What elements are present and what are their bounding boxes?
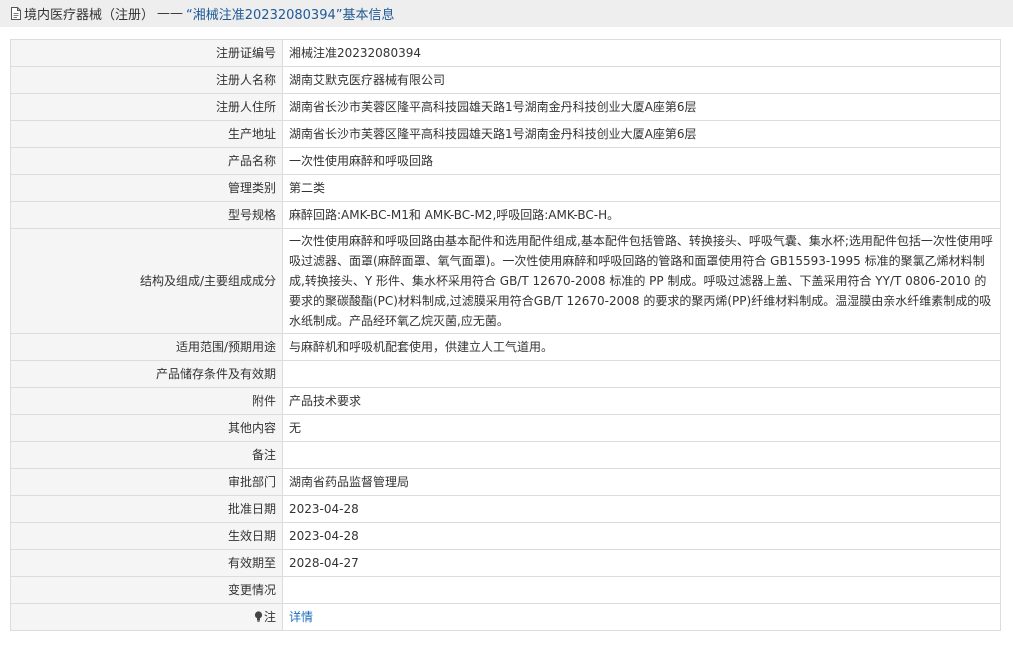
row-value: 湘械注准20232080394 (282, 39, 1001, 67)
row-label: 注册人住所 (10, 93, 283, 121)
row-label: 审批部门 (10, 468, 283, 496)
table-row: 注册证编号 湘械注准20232080394 (10, 39, 1001, 67)
row-label: 注册人名称 (10, 66, 283, 94)
row-value (282, 441, 1001, 469)
row-value: 无 (282, 414, 1001, 442)
row-value (282, 360, 1001, 388)
row-value: 产品技术要求 (282, 387, 1001, 415)
table-row: 型号规格 麻醉回路:AMK-BC-M1和 AMK-BC-M2,呼吸回路:AMK-… (10, 201, 1001, 229)
table-row: 变更情况 (10, 576, 1001, 604)
details-link[interactable]: 详情 (289, 610, 313, 624)
table-row: 注册人名称 湖南艾默克医疗器械有限公司 (10, 66, 1001, 94)
row-value: 湖南艾默克医疗器械有限公司 (282, 66, 1001, 94)
note-label-cell: 注 (10, 603, 283, 631)
row-label: 产品储存条件及有效期 (10, 360, 283, 388)
row-label: 生产地址 (10, 120, 283, 148)
row-label: 变更情况 (10, 576, 283, 604)
note-value-cell: 详情 (282, 603, 1001, 631)
row-label: 注册证编号 (10, 39, 283, 67)
header-separator: —— (157, 6, 184, 21)
table-row: 注册人住所 湖南省长沙市芙蓉区隆平高科技园雄天路1号湖南金丹科技创业大厦A座第6… (10, 93, 1001, 121)
table-row: 结构及组成/主要组成成分 一次性使用麻醉和呼吸回路由基本配件和选用配件组成,基本… (10, 228, 1001, 334)
row-value: 第二类 (282, 174, 1001, 202)
row-label: 生效日期 (10, 522, 283, 550)
row-value: 麻醉回路:AMK-BC-M1和 AMK-BC-M2,呼吸回路:AMK-BC-H。 (282, 201, 1001, 229)
registration-info-table: 注册证编号 湘械注准20232080394 注册人名称 湖南艾默克医疗器械有限公… (10, 39, 1001, 631)
table-row: 生产地址 湖南省长沙市芙蓉区隆平高科技园雄天路1号湖南金丹科技创业大厦A座第6层 (10, 120, 1001, 148)
note-label: 注 (263, 609, 276, 624)
row-label: 其他内容 (10, 414, 283, 442)
row-label: 型号规格 (10, 201, 283, 229)
table-row: 适用范围/预期用途 与麻醉机和呼吸机配套使用，供建立人工气道用。 (10, 333, 1001, 361)
table-row: 管理类别 第二类 (10, 174, 1001, 202)
row-label: 批准日期 (10, 495, 283, 523)
row-value: 与麻醉机和呼吸机配套使用，供建立人工气道用。 (282, 333, 1001, 361)
row-label: 管理类别 (10, 174, 283, 202)
row-value: 2023-04-28 (282, 495, 1001, 523)
table-row: 产品名称 一次性使用麻醉和呼吸回路 (10, 147, 1001, 175)
note-row: 注 详情 (10, 603, 1001, 631)
row-value: 2028-04-27 (282, 549, 1001, 577)
row-value: 湖南省长沙市芙蓉区隆平高科技园雄天路1号湖南金丹科技创业大厦A座第6层 (282, 120, 1001, 148)
header-record-title: “湘械注准20232080394” (186, 8, 343, 23)
row-value: 一次性使用麻醉和呼吸回路由基本配件和选用配件组成,基本配件包括管路、转换接头、呼… (282, 228, 1001, 334)
table-row: 备注 (10, 441, 1001, 469)
document-icon (10, 7, 22, 20)
page-title-bar: 境内医疗器械（注册） —— “湘械注准20232080394” 基本信息 (0, 0, 1013, 27)
table-row: 有效期至 2028-04-27 (10, 549, 1001, 577)
table-row: 批准日期 2023-04-28 (10, 495, 1001, 523)
row-value: 2023-04-28 (282, 522, 1001, 550)
header-suffix: 基本信息 (342, 8, 395, 23)
table-row: 其他内容 无 (10, 414, 1001, 442)
row-value: 湖南省药品监督管理局 (282, 468, 1001, 496)
row-value: 湖南省长沙市芙蓉区隆平高科技园雄天路1号湖南金丹科技创业大厦A座第6层 (282, 93, 1001, 121)
row-value (282, 576, 1001, 604)
table-row: 附件 产品技术要求 (10, 387, 1001, 415)
row-label: 附件 (10, 387, 283, 415)
row-value: 一次性使用麻醉和呼吸回路 (282, 147, 1001, 175)
row-label: 有效期至 (10, 549, 283, 577)
header-category: 境内医疗器械（注册） (24, 8, 155, 23)
row-label: 适用范围/预期用途 (10, 333, 283, 361)
row-label: 结构及组成/主要组成成分 (10, 228, 283, 334)
table-row: 生效日期 2023-04-28 (10, 522, 1001, 550)
table-row: 审批部门 湖南省药品监督管理局 (10, 468, 1001, 496)
row-label: 备注 (10, 441, 283, 469)
bulb-icon (254, 608, 263, 628)
table-row: 产品储存条件及有效期 (10, 360, 1001, 388)
row-label: 产品名称 (10, 147, 283, 175)
